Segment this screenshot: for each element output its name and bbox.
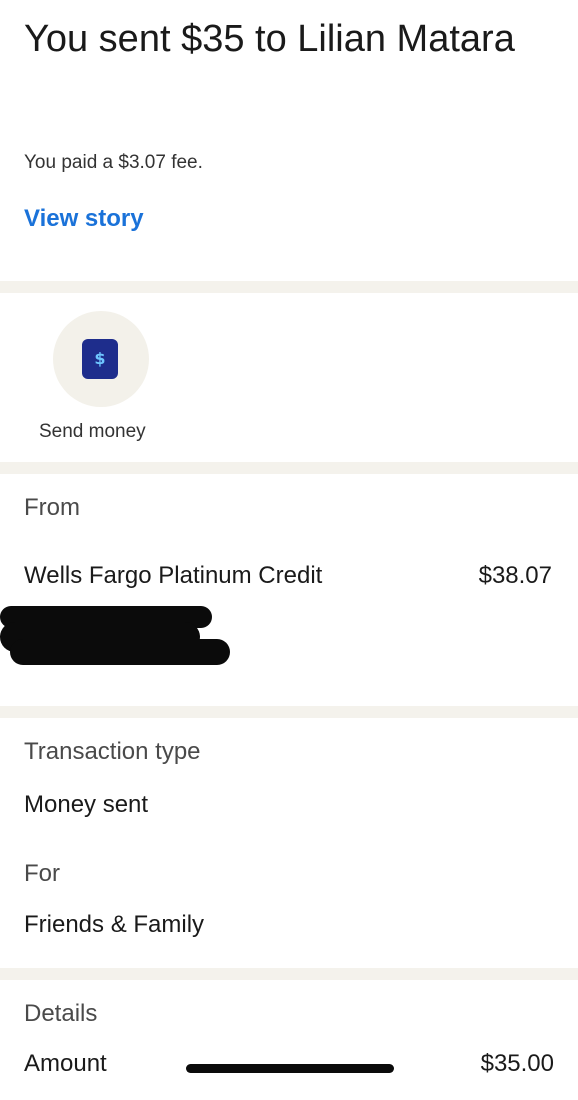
funding-account-name: Wells Fargo Platinum Credit: [24, 562, 323, 589]
amount-value: $35.00: [480, 1050, 554, 1077]
transaction-type-value: Money sent: [24, 791, 149, 818]
transaction-summary: You sent $35 to Lilian Matara You paid a…: [0, 0, 578, 281]
section-divider: [0, 462, 578, 474]
view-story-link[interactable]: View story: [24, 205, 144, 233]
dollar-icon: $: [82, 339, 118, 379]
from-label: From: [24, 494, 80, 521]
send-money-label: Send money: [39, 421, 146, 442]
redaction-mark: [10, 639, 230, 665]
page-title: You sent $35 to Lilian Matara: [24, 18, 515, 60]
from-section: From Wells Fargo Platinum Credit $38.07: [0, 474, 578, 706]
quick-actions: $ Send money: [0, 293, 578, 462]
section-divider: [0, 281, 578, 293]
details-label: Details: [24, 1000, 98, 1027]
for-label: For: [24, 860, 60, 887]
fee-text: You paid a $3.07 fee.: [24, 152, 203, 173]
transaction-type-label: Transaction type: [24, 738, 201, 765]
send-money-button[interactable]: $: [53, 311, 149, 407]
transaction-info-section: Transaction type Money sent For Friends …: [0, 718, 578, 968]
for-value: Friends & Family: [24, 911, 205, 938]
redaction-mark: [186, 1064, 394, 1073]
section-divider: [0, 706, 578, 718]
details-section: Details Amount $35.00: [0, 980, 578, 1100]
amount-label: Amount: [24, 1050, 107, 1077]
section-divider: [0, 968, 578, 980]
funding-amount: $38.07: [478, 562, 552, 589]
